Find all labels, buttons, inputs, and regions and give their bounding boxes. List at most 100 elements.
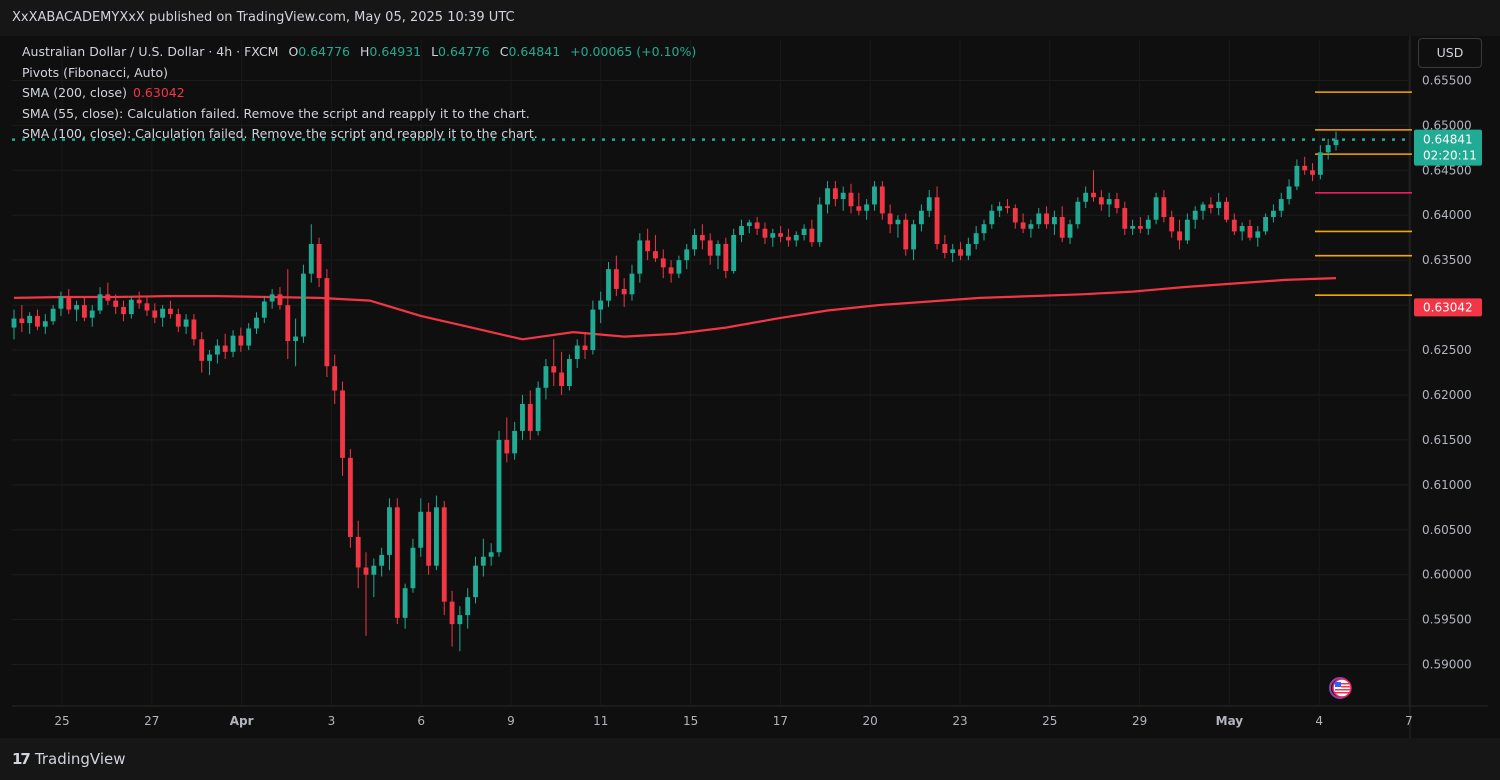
candle-body [332,366,338,391]
candle-body [1091,192,1096,198]
candle-body [1200,204,1206,211]
candle-body [973,233,979,244]
us-flag-event-icon[interactable] [1326,676,1354,700]
candle-body [1122,208,1128,229]
candle-body [856,206,862,211]
candle-body [387,507,392,555]
candle-body [825,188,830,205]
candle-body [347,457,353,537]
countdown-label: 02:20:11 [1423,149,1477,163]
candle-body [152,310,158,318]
candle-body [926,197,932,211]
candle-body [269,294,275,302]
candle-body [786,236,791,241]
candle-body [1020,222,1026,229]
x-tick-label: 9 [507,714,515,728]
candle-body [27,315,33,324]
candle-body [1083,192,1089,202]
candle-body [942,243,948,253]
candle-body [488,552,494,557]
candle-body [1239,226,1245,232]
candle-body [355,536,361,568]
sma-value-label: 0.63042 [1423,300,1473,314]
y-tick-label: 0.64000 [1422,208,1472,222]
candle-body [1153,197,1159,220]
candle-body [1169,217,1175,232]
candle-body [934,197,940,244]
candle-body [621,288,627,295]
candle-body [879,186,885,214]
candle-body [848,192,854,207]
candle-body [660,258,666,268]
candle-body [58,296,64,309]
candle-body [35,315,40,327]
candle-body [168,308,173,315]
footer-bar [0,738,1500,780]
candle-body [598,300,604,310]
candle-body [1145,219,1151,229]
candle-body [645,240,651,252]
candle-body [707,240,713,256]
sma-200-path [13,277,1337,341]
candle-body [832,188,838,200]
close-value: 0.64841 [508,44,561,59]
sma55-indicator[interactable]: SMA (55, close): Calculation failed. Rem… [22,104,696,125]
x-tick-label: 7 [1405,714,1413,728]
candle-body [175,314,181,327]
candle-body [637,240,643,274]
candle-body [254,317,259,329]
candle-body [363,567,369,575]
candle-body [918,210,924,225]
tradingview-logo[interactable]: 17 TradingView [12,750,126,768]
candle-body [512,430,518,454]
candle-body [911,224,917,250]
sma200-indicator[interactable]: SMA (200, close) 0.63042 [22,83,696,104]
candle-body [958,249,963,256]
candle-body [559,372,564,386]
candle-body [778,233,784,237]
candle-body [1067,224,1073,238]
candle-body [551,366,557,373]
candle-body [1036,213,1042,225]
low-label: L [431,44,439,59]
candle-body [1270,210,1276,218]
candle-body [629,273,635,295]
candle-body [394,507,400,618]
x-tick-label: 29 [1132,714,1147,728]
high-label: H [359,44,370,59]
candle-body [144,303,150,311]
symbol-title[interactable]: Australian Dollar / U.S. Dollar · 4h · F… [22,44,278,59]
candle-body [418,511,424,548]
candle-body [183,319,189,327]
y-tick-label: 0.61000 [1422,478,1472,492]
sma100-indicator[interactable]: SMA (100, close): Calculation failed. Re… [22,124,696,145]
candle-body [1325,145,1331,153]
candle-body [222,345,228,352]
y-tick-label: 0.63500 [1422,253,1472,267]
candle-body [246,328,252,346]
candle-body [11,318,17,328]
candle-body [1130,226,1136,229]
candle-body [285,305,291,342]
sma200-label: SMA (200, close) [22,85,127,100]
currency-button[interactable]: USD [1418,38,1482,68]
candle-body [715,243,721,256]
candle-body [801,228,807,236]
symbol-row: Australian Dollar / U.S. Dollar · 4h · F… [22,42,696,63]
candle-body [433,507,439,566]
candle-body [997,206,1003,211]
candle-body [1138,226,1143,229]
sma-200-line [13,277,1337,341]
candle-body [1192,210,1198,220]
low-value: 0.64776 [438,44,490,59]
candle-body [371,565,377,575]
candle-body [105,294,111,301]
candle-body [1106,199,1112,205]
candle-body [590,309,596,351]
pivots-indicator[interactable]: Pivots (Fibonacci, Auto) [22,63,696,84]
candle-body [746,222,752,227]
candle-body [1286,186,1292,200]
candle-body [817,204,823,243]
candle-body [50,308,56,322]
y-tick-label: 0.62000 [1422,388,1472,402]
